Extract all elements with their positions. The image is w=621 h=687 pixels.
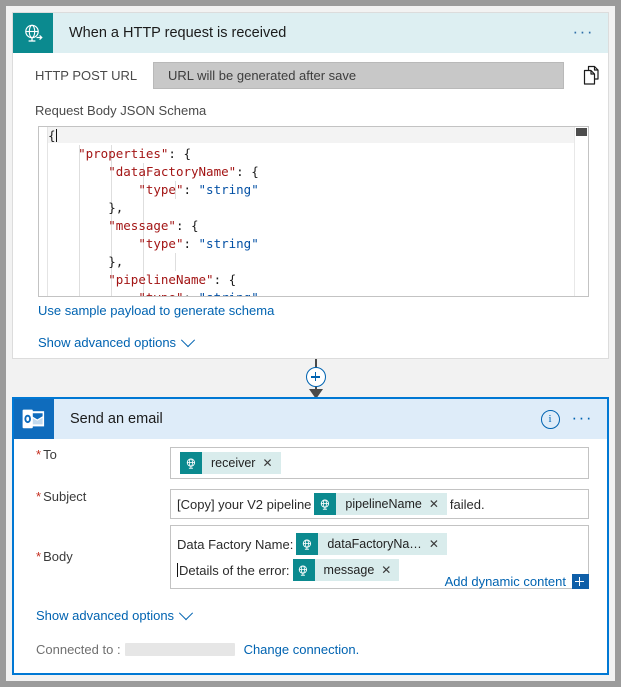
dynamic-token-datafactoryname[interactable]: dataFactoryNa… ✕ — [296, 533, 447, 555]
editor-scrollbar-track[interactable] — [574, 127, 588, 296]
code-line: "type": "string" — [138, 182, 259, 197]
token-label: pipelineName — [345, 497, 422, 511]
action-header-tools: i ··· — [540, 409, 593, 429]
body-field-label: * Body — [36, 549, 73, 564]
add-dynamic-content-label: Add dynamic content — [444, 574, 566, 589]
token-label: dataFactoryNa… — [327, 537, 422, 551]
to-token-line: receiver ✕ — [177, 450, 582, 476]
text-cursor — [55, 129, 57, 142]
token-label: receiver — [211, 456, 256, 470]
http-request-token-icon — [314, 493, 337, 515]
field-row-subject: * Subject [Copy] your V2 pipeline pipeli… — [14, 489, 607, 519]
body-line-1-text: Data Factory Name: — [177, 536, 294, 552]
subject-token-line: [Copy] your V2 pipeline pipelineName ✕ f… — [177, 491, 582, 517]
http-post-url-value: URL will be generated after save — [153, 61, 564, 89]
http-request-icon — [13, 13, 53, 53]
connected-to-value-redacted — [124, 643, 235, 656]
code-line: "type": "string" — [138, 236, 259, 251]
code-line: }, — [108, 254, 124, 269]
request-body-schema-label: Request Body JSON Schema — [35, 103, 207, 118]
editor-gutter — [39, 127, 48, 296]
use-sample-payload-link[interactable]: Use sample payload to generate schema — [38, 303, 274, 318]
subject-input[interactable]: [Copy] your V2 pipeline pipelineName ✕ f… — [170, 489, 589, 519]
copy-icon[interactable] — [574, 65, 608, 86]
token-remove-icon[interactable]: ✕ — [429, 498, 447, 510]
required-marker: * — [36, 447, 42, 462]
token-label: message — [323, 563, 375, 577]
action-card-title: Send an email — [70, 411, 163, 427]
code-line: "pipelineName": { — [108, 272, 237, 287]
json-schema-editor[interactable]: { "properties": { "dataFactoryName": { "… — [38, 126, 589, 297]
token-remove-icon[interactable]: ✕ — [381, 564, 399, 576]
dynamic-token-receiver[interactable]: receiver ✕ — [180, 452, 281, 474]
chevron-down-icon — [178, 605, 194, 620]
step-connector — [303, 359, 329, 399]
trigger-header-tools: ··· — [573, 23, 594, 40]
token-remove-icon[interactable]: ✕ — [262, 457, 280, 469]
editor-code-lines[interactable]: { "properties": { "dataFactoryName": { "… — [48, 127, 574, 296]
action-card-header[interactable]: Send an email i ··· — [14, 399, 607, 439]
connection-status-row: Connected to : Change connection. — [36, 642, 359, 657]
required-marker: * — [36, 549, 42, 564]
add-dynamic-content-button[interactable]: Add dynamic content — [445, 574, 589, 589]
change-connection-link[interactable]: Change connection. — [244, 642, 360, 657]
http-request-token-icon — [180, 452, 202, 474]
http-post-url-row: HTTP POST URL URL will be generated afte… — [13, 53, 608, 97]
editor-scrollbar-thumb[interactable] — [576, 128, 587, 136]
code-line: "type": "string" — [48, 289, 574, 296]
trigger-card-header[interactable]: When a HTTP request is received ··· — [13, 13, 608, 53]
outlook-icon — [14, 399, 54, 439]
to-field-label: * To — [36, 447, 57, 462]
trigger-overflow-menu-icon[interactable]: ··· — [573, 23, 594, 40]
action-overflow-menu-icon[interactable]: ··· — [572, 409, 593, 426]
designer-canvas: When a HTTP request is received ··· HTTP… — [6, 6, 615, 681]
http-request-token-icon — [292, 559, 315, 581]
plus-icon — [572, 574, 589, 589]
trigger-card-title: When a HTTP request is received — [69, 25, 287, 41]
http-request-token-icon — [296, 533, 319, 555]
body-line-1: Data Factory Name: dataFactoryNa… ✕ — [177, 531, 582, 557]
field-row-to: * To receiver ✕ — [14, 447, 607, 479]
required-marker: * — [36, 489, 42, 504]
add-step-button[interactable] — [306, 367, 326, 387]
code-line: "message": { — [108, 218, 199, 233]
trigger-show-advanced-options-label: Show advanced options — [38, 335, 177, 350]
info-icon[interactable]: i — [540, 409, 560, 429]
subject-text-before: [Copy] your V2 pipeline — [177, 496, 312, 512]
dynamic-token-message[interactable]: message ✕ — [292, 559, 400, 581]
code-line: { — [48, 128, 57, 143]
trigger-show-advanced-options[interactable]: Show advanced options — [38, 332, 196, 350]
code-line: "dataFactoryName": { — [108, 164, 259, 179]
token-remove-icon[interactable]: ✕ — [429, 538, 447, 550]
to-input[interactable]: receiver ✕ — [170, 447, 589, 479]
action-card-send-email[interactable]: Send an email i ··· * To receiver ✕ * Su… — [12, 397, 609, 675]
trigger-card-http-request[interactable]: When a HTTP request is received ··· HTTP… — [12, 12, 609, 359]
dynamic-token-pipelinename[interactable]: pipelineName ✕ — [314, 493, 447, 515]
connected-to-label: Connected to : — [36, 642, 121, 657]
subject-field-label: * Subject — [36, 489, 87, 504]
http-post-url-label: HTTP POST URL — [35, 67, 138, 83]
chevron-down-icon — [180, 332, 196, 347]
action-show-advanced-options-label: Show advanced options — [36, 608, 175, 623]
code-line: }, — [108, 200, 124, 215]
code-line: "properties": { — [78, 146, 191, 161]
subject-text-after: failed. — [449, 496, 485, 512]
action-show-advanced-options[interactable]: Show advanced options — [36, 605, 194, 623]
body-line-2-text: Details of the error: — [179, 562, 290, 578]
text-cursor — [177, 563, 178, 577]
